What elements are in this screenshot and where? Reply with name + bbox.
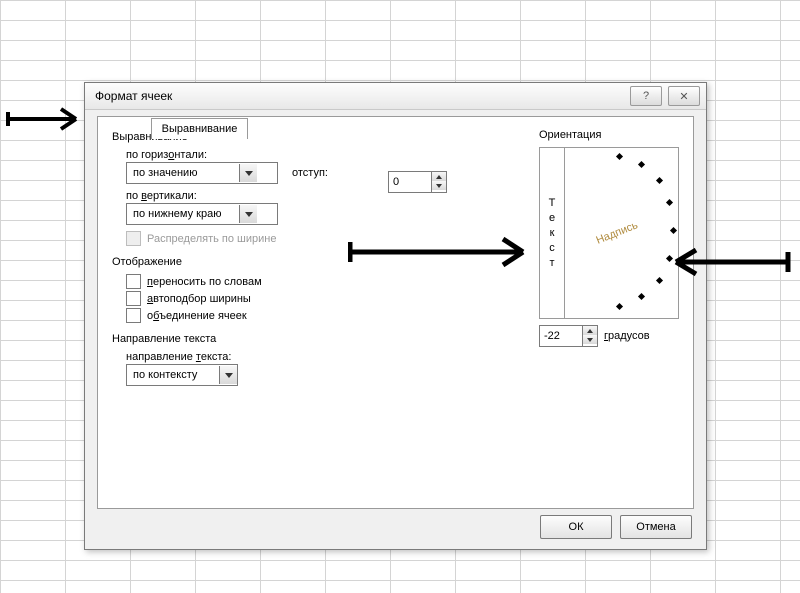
shrink-label: автоподбор ширины [147, 293, 251, 305]
merge-checkbox[interactable] [126, 308, 141, 323]
text-direction-label: направление текста: [126, 351, 679, 363]
degrees-label: градусов [604, 330, 650, 342]
orientation-title: Ориентация [539, 129, 679, 141]
cancel-button[interactable]: Отмена [620, 515, 692, 539]
help-icon: ? [643, 90, 649, 102]
dialog-title: Формат ячеек [95, 89, 630, 103]
dialog-footer: ОК Отмена [540, 515, 692, 539]
close-icon: ✕ [679, 90, 688, 103]
ok-button[interactable]: ОК [540, 515, 612, 539]
help-button[interactable]: ? [630, 86, 662, 106]
degrees-up-button[interactable] [583, 326, 597, 335]
horizontal-select[interactable]: по значению [126, 162, 278, 184]
tab-alignment[interactable]: Выравнивание [151, 118, 249, 139]
text-direction-value: по контексту [127, 369, 219, 381]
indent-up-button[interactable] [432, 172, 446, 181]
text-direction-select[interactable]: по контексту [126, 364, 238, 386]
degrees-spinner[interactable] [539, 325, 598, 347]
indent-input[interactable] [389, 172, 431, 192]
shrink-checkbox[interactable] [126, 291, 141, 306]
vertical-select-value: по нижнему краю [127, 208, 239, 220]
orientation-box[interactable]: Текст Надпись [539, 147, 679, 319]
degrees-input[interactable] [540, 326, 582, 346]
indent-down-button[interactable] [432, 181, 446, 190]
indent-label: отступ: [292, 167, 328, 179]
wrap-text-label: переносить по словам [147, 276, 262, 288]
orientation-panel: Ориентация Текст Надпись [539, 125, 679, 347]
tab-panel-alignment: Выравнивание по горизонтали: по значению… [97, 116, 694, 509]
justify-distributed-checkbox [126, 231, 141, 246]
horizontal-select-value: по значению [127, 167, 239, 179]
chevron-down-icon [239, 164, 257, 182]
indent-spinner[interactable] [388, 171, 447, 193]
close-button[interactable]: ✕ [668, 86, 700, 106]
orientation-vertical-text[interactable]: Текст [540, 148, 565, 318]
format-cells-dialog: Формат ячеек ? ✕ Число Выравнивание Шриф… [84, 82, 707, 550]
chevron-down-icon [219, 366, 237, 384]
orientation-needle-label: Надпись [594, 219, 639, 247]
vertical-select[interactable]: по нижнему краю [126, 203, 278, 225]
titlebar: Формат ячеек ? ✕ [85, 83, 706, 110]
orientation-dial[interactable]: Надпись [565, 148, 678, 318]
justify-distributed-label: Распределять по ширине [147, 233, 276, 245]
wrap-text-checkbox[interactable] [126, 274, 141, 289]
chevron-down-icon [239, 205, 257, 223]
degrees-down-button[interactable] [583, 335, 597, 344]
merge-label: объединение ячеек [147, 310, 247, 322]
